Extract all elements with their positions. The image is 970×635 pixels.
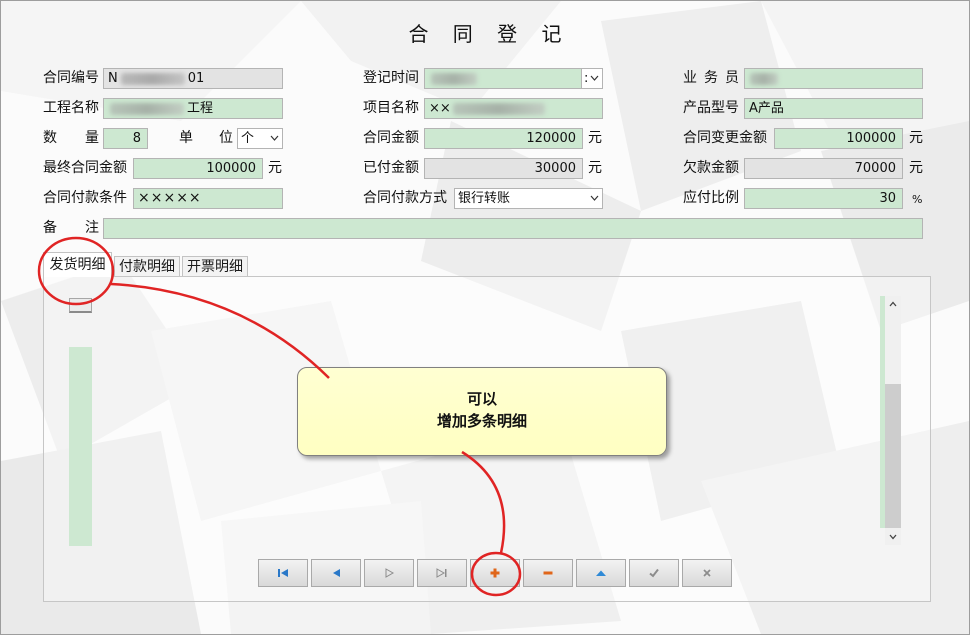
chevron-down-icon — [590, 195, 599, 201]
remarks-field[interactable] — [103, 218, 923, 239]
blurred-value — [120, 72, 185, 85]
project-name-field[interactable]: 工程 — [103, 98, 283, 119]
next-record-icon — [385, 568, 395, 578]
scrollbar-thumb[interactable] — [885, 384, 901, 528]
changed-amount-field[interactable]: 100000 — [774, 128, 903, 149]
product-model-label: 产品型号 — [683, 100, 739, 116]
contract-no-suffix: 01 — [187, 71, 205, 86]
item-name-prefix: ×× — [429, 101, 451, 116]
page-title: 合 同 登 记 — [408, 22, 571, 46]
vertical-scrollbar[interactable] — [885, 296, 901, 545]
tab-delivery-details[interactable]: 发货明细 — [43, 252, 112, 277]
payable-ratio-label: 应付比例 — [683, 190, 739, 206]
last-record-icon — [436, 568, 447, 578]
contract-amount-field[interactable]: 120000 — [424, 128, 583, 149]
contract-no-field[interactable]: N 01 — [103, 68, 283, 89]
contract-no-label: 合同编号 — [43, 70, 99, 86]
quantity-field[interactable]: 8 — [103, 128, 148, 149]
payable-ratio-field[interactable]: 30 — [744, 188, 903, 209]
paid-amount-field[interactable]: 30000 — [424, 158, 583, 179]
final-amount-unit: 元 — [268, 160, 282, 176]
final-amount-label: 最终合同金额 — [43, 160, 127, 176]
cancel-record-button[interactable] — [682, 559, 732, 587]
product-model-value: A产品 — [749, 101, 784, 116]
first-record-icon — [278, 569, 288, 577]
delete-record-button[interactable] — [523, 559, 573, 587]
tab-payment-details[interactable]: 付款明细 — [114, 256, 180, 277]
grid-column[interactable] — [69, 347, 92, 546]
payment-terms-value: ××××× — [138, 190, 202, 206]
quantity-value: 8 — [132, 131, 141, 146]
unit-value: 个 — [241, 131, 255, 146]
prior-record-button[interactable] — [311, 559, 361, 587]
callout-line-2: 增加多条明细 — [436, 412, 527, 430]
payment-method-value: 银行转账 — [458, 191, 511, 206]
paid-amount-value: 30000 — [534, 161, 576, 176]
first-record-button[interactable] — [258, 559, 308, 587]
payment-method-select[interactable]: 银行转账 — [454, 188, 603, 209]
changed-amount-label: 合同变更金额 — [683, 130, 767, 146]
contract-amount-unit: 元 — [588, 130, 602, 146]
blurred-value — [110, 102, 184, 115]
register-time-dropdown-button[interactable]: : — [581, 68, 603, 89]
chevron-down-icon — [590, 75, 599, 81]
blurred-value — [452, 102, 545, 115]
register-time-field[interactable] — [424, 68, 582, 89]
check-icon — [649, 568, 659, 578]
payable-ratio-value: 30 — [879, 191, 896, 206]
project-name-suffix: 工程 — [187, 101, 214, 116]
paid-amount-unit: 元 — [588, 160, 602, 176]
chevron-down-icon — [270, 135, 279, 141]
contract-amount-label: 合同金额 — [363, 130, 419, 146]
final-amount-value: 100000 — [206, 161, 256, 176]
owed-amount-label: 欠款金额 — [683, 160, 739, 176]
item-name-field[interactable]: ×× — [424, 98, 603, 119]
tab-invoice-details[interactable]: 开票明细 — [182, 256, 248, 277]
insert-record-button[interactable] — [470, 559, 520, 587]
owed-amount-value: 70000 — [854, 161, 896, 176]
paid-amount-label: 已付金额 — [363, 160, 419, 176]
post-record-button[interactable] — [629, 559, 679, 587]
owed-amount-unit: 元 — [909, 160, 923, 176]
payment-terms-label: 合同付款条件 — [43, 190, 127, 206]
last-record-button[interactable] — [417, 559, 467, 587]
project-name-label: 工程名称 — [43, 100, 99, 116]
item-name-label: 项目名称 — [363, 100, 419, 116]
scroll-up-arrow-icon[interactable] — [888, 300, 898, 308]
changed-amount-unit: 元 — [909, 130, 923, 146]
close-icon — [703, 569, 711, 577]
payment-method-label: 合同付款方式 — [363, 190, 447, 206]
register-time-label: 登记时间 — [363, 70, 419, 86]
quantity-label: 数 量 — [43, 130, 99, 146]
plus-icon — [490, 568, 500, 578]
callout-line-1: 可以 — [466, 390, 497, 408]
blurred-value — [431, 72, 477, 85]
grid-header-cell[interactable] — [69, 298, 92, 313]
register-time-picker-text: : — [584, 71, 589, 86]
unit-select[interactable]: 个 — [237, 128, 283, 149]
contract-amount-value: 120000 — [526, 131, 576, 146]
salesperson-field[interactable] — [744, 68, 923, 89]
salesperson-label: 业 务 员 — [683, 70, 739, 86]
contract-no-prefix: N — [108, 71, 118, 86]
changed-amount-value: 100000 — [846, 131, 896, 146]
triangle-up-icon — [596, 570, 606, 576]
payable-ratio-unit: % — [912, 193, 923, 206]
scroll-down-arrow-icon[interactable] — [888, 533, 898, 541]
edit-record-button[interactable] — [576, 559, 626, 587]
blurred-value — [750, 72, 778, 85]
next-record-button[interactable] — [364, 559, 414, 587]
remarks-label: 备 注 — [43, 220, 99, 236]
product-model-field[interactable]: A产品 — [744, 98, 923, 119]
prior-record-icon — [333, 569, 340, 577]
minus-icon — [543, 571, 553, 575]
payment-terms-field[interactable]: ××××× — [133, 188, 283, 209]
owed-amount-field[interactable]: 70000 — [744, 158, 903, 179]
annotation-callout: 可以 增加多条明细 — [297, 367, 667, 456]
unit-label: 单 位 — [179, 130, 233, 146]
app-window: 合 同 登 记 合同编号 N 01 登记时间 : 业 务 员 工程名称 工程 项目… — [0, 0, 970, 635]
final-amount-field[interactable]: 100000 — [133, 158, 263, 179]
